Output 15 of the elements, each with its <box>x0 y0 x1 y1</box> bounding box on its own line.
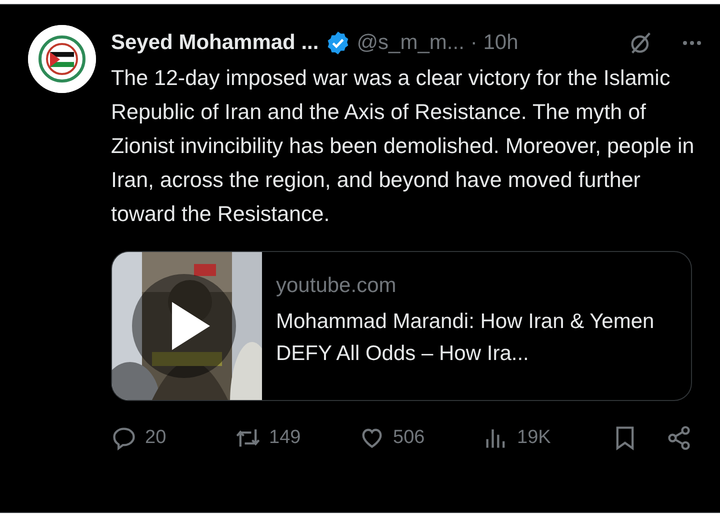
repost-button[interactable]: 149 <box>235 425 359 451</box>
link-card[interactable]: youtube.com Mohammad Marandi: How Iran & Yemen DEFY All Odds – How Ira... <box>111 251 692 401</box>
link-title: Mohammad Marandi: How Iran & Yemen DEFY All Odds – How Ira... <box>276 309 656 367</box>
reply-button[interactable]: 20 <box>111 425 235 451</box>
play-icon[interactable] <box>132 274 236 378</box>
author-name[interactable]: Seyed Mohammad ... <box>111 31 319 55</box>
views-button[interactable]: 19K <box>483 425 607 451</box>
post-text: The 12-day imposed war was a clear victory for the Islamic Republic of Iran and the Axis of Resistance. The myth of Zionist invincibility has been demolished. Moreover, people in Iran, across the region, and beyond have moved further toward the Resistance. <box>111 65 696 228</box>
post-time[interactable]: · 10h <box>470 31 518 55</box>
share-icon[interactable] <box>666 425 692 451</box>
speech-bubble-icon <box>111 425 137 451</box>
user-handle[interactable]: @s_m_m... <box>356 31 464 55</box>
like-button[interactable]: 506 <box>359 425 483 451</box>
link-domain: youtube.com <box>276 274 398 298</box>
avatar-logo[interactable] <box>28 25 96 93</box>
